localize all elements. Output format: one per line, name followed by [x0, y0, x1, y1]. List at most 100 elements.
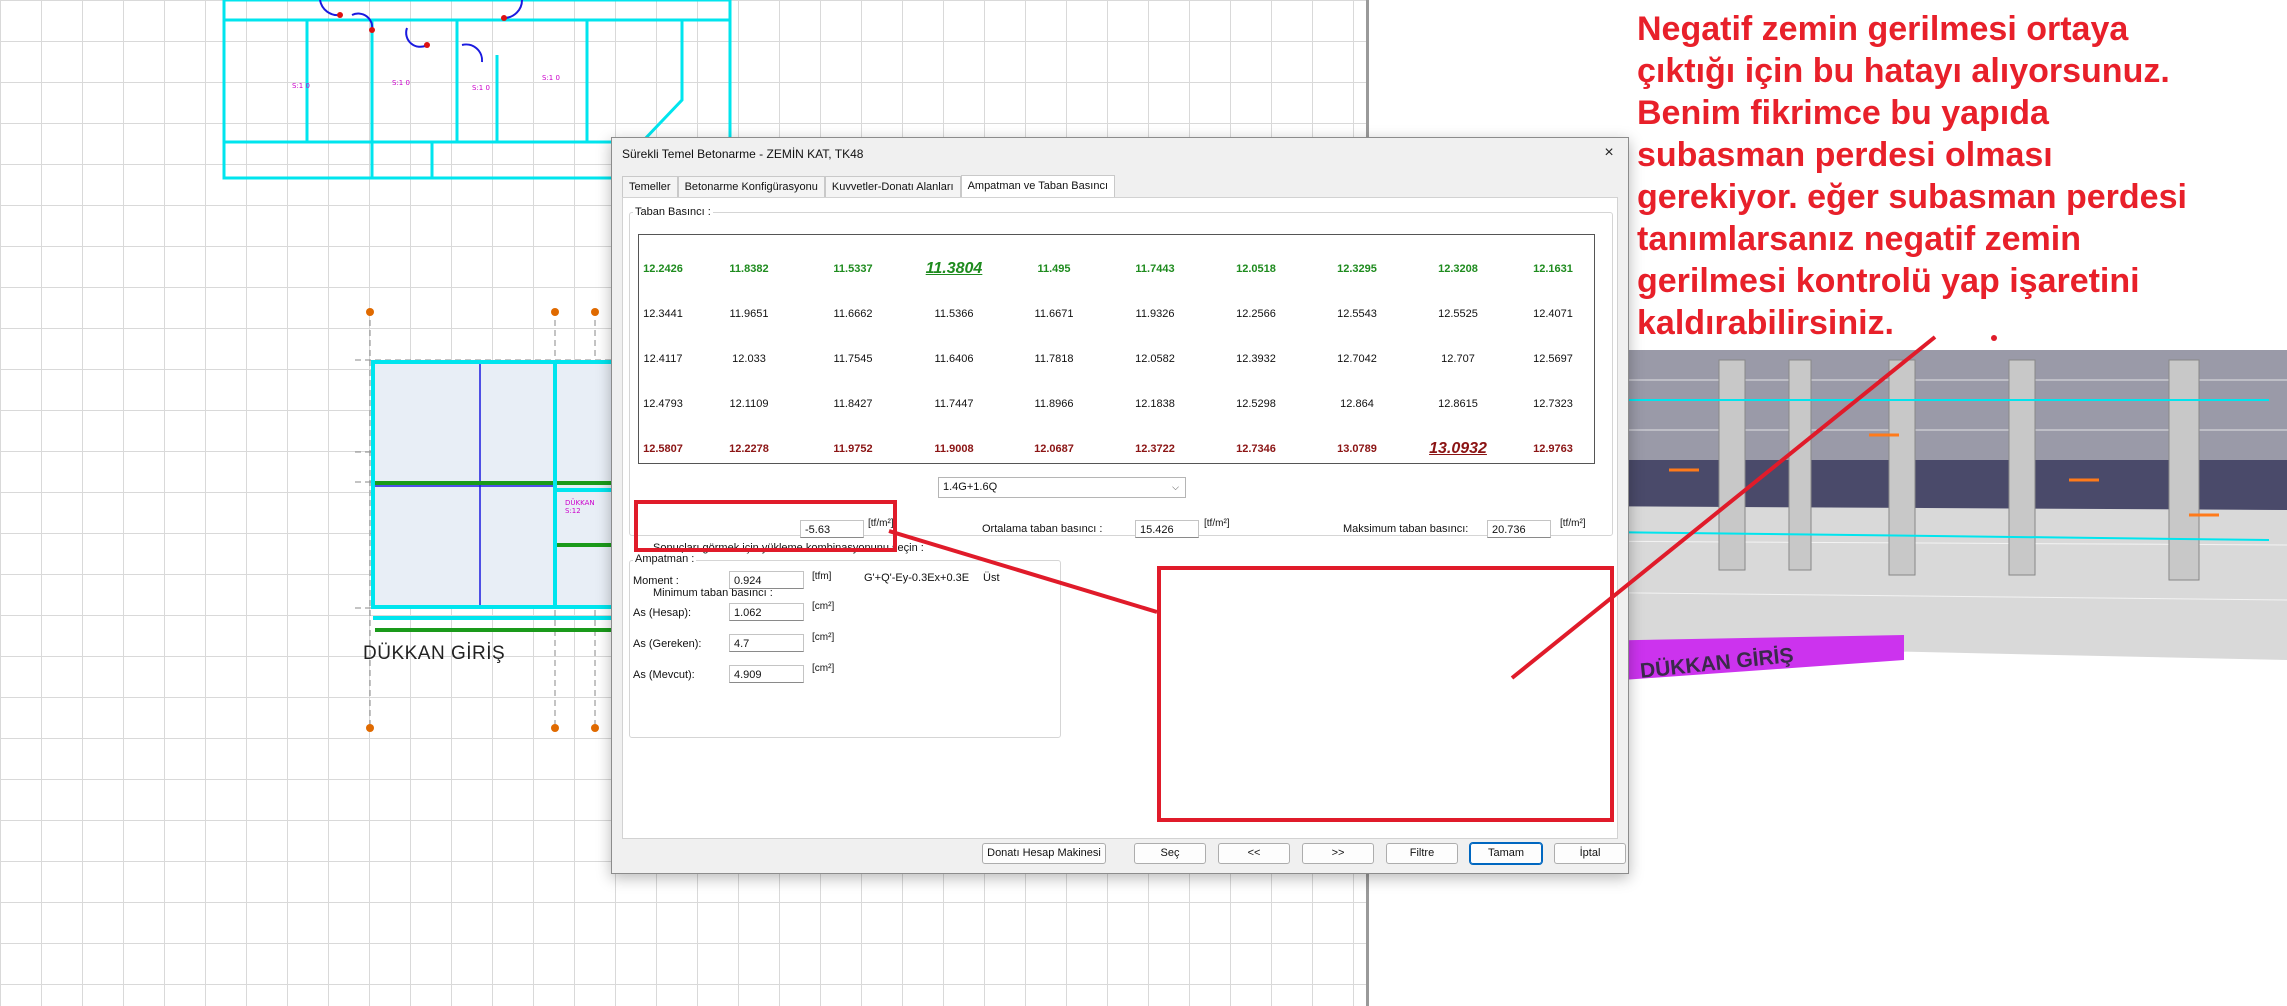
pressure-cell: 12.3932: [1236, 353, 1276, 365]
moment-label: Moment :: [633, 575, 679, 587]
as-gereken-field[interactable]: 4.7: [729, 634, 804, 652]
floor-plan-main: DÜKKANS:12: [355, 308, 615, 732]
pressure-cell: 12.3295: [1337, 263, 1377, 275]
pressure-cell: 11.7447: [934, 398, 974, 410]
as-hesap-unit: [cm²]: [812, 601, 835, 612]
pressure-cell: 12.5543: [1337, 308, 1377, 320]
pressure-cell: 12.0687: [1034, 443, 1074, 455]
svg-text:S:12: S:12: [565, 507, 581, 515]
pressure-row: 12.4117 12.033 11.7545 11.6406 11.7818 1…: [639, 349, 1594, 369]
pressure-cell: 12.7323: [1533, 398, 1573, 410]
pressure-cell: 11.5366: [934, 308, 974, 320]
pressure-cell: 11.6671: [1034, 308, 1074, 320]
close-icon[interactable]: ×: [1596, 141, 1622, 165]
empty-highlight-box: [1157, 566, 1614, 822]
pressure-cell: 12.0518: [1236, 263, 1276, 275]
pressure-cell: 11.6662: [833, 308, 873, 320]
as-mevcut-label: As (Mevcut):: [633, 669, 695, 681]
pressure-cell: 11.5337: [833, 263, 873, 275]
pressure-cell: 12.4793: [643, 398, 683, 410]
error-explanation-note: Negatif zemin gerilmesi ortaya çıktığı i…: [1637, 8, 2277, 344]
pressure-cell: 11.7545: [833, 353, 873, 365]
filter-button[interactable]: Filtre: [1386, 843, 1458, 864]
pressure-row: 12.2426 11.8382 11.5337 11.3804 11.495 1…: [639, 259, 1594, 279]
pressure-cell: 12.033: [732, 353, 766, 365]
rebar-calculator-button[interactable]: Donatı Hesap Makinesi: [982, 843, 1106, 864]
svg-text:S:1 0: S:1 0: [292, 82, 310, 90]
pressure-row: 12.3441 11.9651 11.6662 11.5366 11.6671 …: [639, 304, 1594, 324]
pressure-cell: 11.9752: [833, 443, 873, 455]
note-line: çıktığı için bu hatayı alıyorsunuz.: [1637, 52, 2170, 90]
pressure-cell: 13.0789: [1337, 443, 1377, 455]
pressure-cell: 11.8382: [729, 263, 769, 275]
as-gereken-unit: [cm²]: [812, 632, 835, 643]
pressure-cell: 12.4117: [643, 353, 683, 365]
note-line: gerilmesi kontrolü yap işaretini: [1637, 262, 2140, 300]
pressure-cell: 12.2566: [1236, 308, 1276, 320]
svg-text:S:1 0: S:1 0: [392, 79, 410, 87]
note-line: tanımlarsanız negatif zemin: [1637, 220, 2081, 258]
pressure-cell: 12.1631: [1533, 263, 1573, 275]
pressure-cell: 12.4071: [1533, 308, 1573, 320]
pressure-cell: 11.8427: [833, 398, 873, 410]
avg-pressure-field[interactable]: 15.426: [1135, 520, 1199, 538]
pressure-cell: 12.864: [1340, 398, 1374, 410]
ampatman-title: Ampatman :: [633, 553, 697, 565]
tab-temeller[interactable]: Temeller: [622, 176, 678, 197]
pressure-cell: 11.9008: [934, 443, 974, 455]
pressure-cell: 12.7346: [1236, 443, 1276, 455]
as-hesap-field[interactable]: 1.062: [729, 603, 804, 621]
pressure-cell: 12.5525: [1438, 308, 1478, 320]
max-pressure-label: Maksimum taban basıncı:: [1343, 523, 1469, 535]
pressure-cell: 12.1838: [1135, 398, 1175, 410]
pressure-cell: 12.1109: [729, 398, 769, 410]
moment-unit: [tfm]: [812, 571, 832, 582]
select-button[interactable]: Seç: [1134, 843, 1206, 864]
previous-button[interactable]: <<: [1218, 843, 1290, 864]
pressure-cell: 12.707: [1441, 353, 1475, 365]
pressure-cell: 12.3722: [1135, 443, 1175, 455]
min-pressure-cell: 11.3804: [925, 260, 983, 277]
as-mevcut-unit: [cm²]: [812, 663, 835, 674]
pressure-cell: 12.0582: [1135, 353, 1175, 365]
tab-bar: Temeller Betonarme Konfigürasyonu Kuvvet…: [622, 175, 1115, 198]
avg-pressure-unit: [tf/m²]: [1204, 518, 1230, 529]
pressure-cell: 12.2426: [643, 263, 683, 275]
moment-combo: G'+Q'-Ey-0.3Ex+0.3E: [864, 572, 970, 584]
plan-room-label: DÜKKAN GİRİŞ: [363, 643, 506, 664]
cancel-button[interactable]: İptal: [1554, 843, 1626, 864]
tab-ampatman-taban-basinci[interactable]: Ampatman ve Taban Basıncı: [960, 175, 1115, 198]
dialog-titlebar[interactable]: Sürekli Temel Betonarme - ZEMİN KAT, TK4…: [612, 138, 1628, 168]
load-combination-value: 1.4G+1.6Q: [943, 481, 998, 493]
pressure-cell: 12.5298: [1236, 398, 1276, 410]
tab-betonarme-konfigurasyonu[interactable]: Betonarme Konfigürasyonu: [677, 176, 825, 197]
max-pressure-unit: [tf/m²]: [1560, 518, 1586, 529]
pressure-cell: 11.6406: [934, 353, 974, 365]
as-mevcut-field[interactable]: 4.909: [729, 665, 804, 683]
pressure-cell: 11.9651: [729, 308, 769, 320]
max-pressure-cell: 13.0932: [1429, 440, 1487, 457]
pressure-cell: 11.9326: [1135, 308, 1175, 320]
svg-text:S:1 0: S:1 0: [542, 74, 560, 82]
tab-kuvvetler-donati-alanlari[interactable]: Kuvvetler-Donatı Alanları: [824, 176, 961, 197]
taban-basinci-title: Taban Basıncı :: [633, 206, 713, 218]
ok-button[interactable]: Tamam: [1469, 842, 1543, 865]
note-line: kaldırabilirsiniz.: [1637, 304, 1894, 342]
moment-side: Üst: [983, 572, 1000, 584]
pressure-cell: 11.8966: [1034, 398, 1074, 410]
pressure-cell: 12.9763: [1533, 443, 1573, 455]
pressure-cell: 12.2278: [729, 443, 769, 455]
as-hesap-label: As (Hesap):: [633, 607, 692, 619]
pressure-row: 12.5807 12.2278 11.9752 11.9008 12.0687 …: [639, 439, 1594, 459]
pressure-cell: 12.3441: [643, 308, 683, 320]
pressure-grid: 12.2426 11.8382 11.5337 11.3804 11.495 1…: [638, 234, 1595, 464]
pressure-cell: 11.7443: [1135, 263, 1175, 275]
svg-text:DÜKKAN: DÜKKAN: [565, 498, 595, 507]
dialog-title: Sürekli Temel Betonarme - ZEMİN KAT, TK4…: [622, 147, 864, 161]
note-line: Negatif zemin gerilmesi ortaya: [1637, 10, 2129, 48]
max-pressure-field[interactable]: 20.736: [1487, 520, 1551, 538]
moment-field[interactable]: 0.924: [729, 571, 804, 589]
load-combination-select[interactable]: 1.4G+1.6Q ⌵: [938, 477, 1186, 498]
next-button[interactable]: >>: [1302, 843, 1374, 864]
pressure-cell: 12.8615: [1438, 398, 1478, 410]
